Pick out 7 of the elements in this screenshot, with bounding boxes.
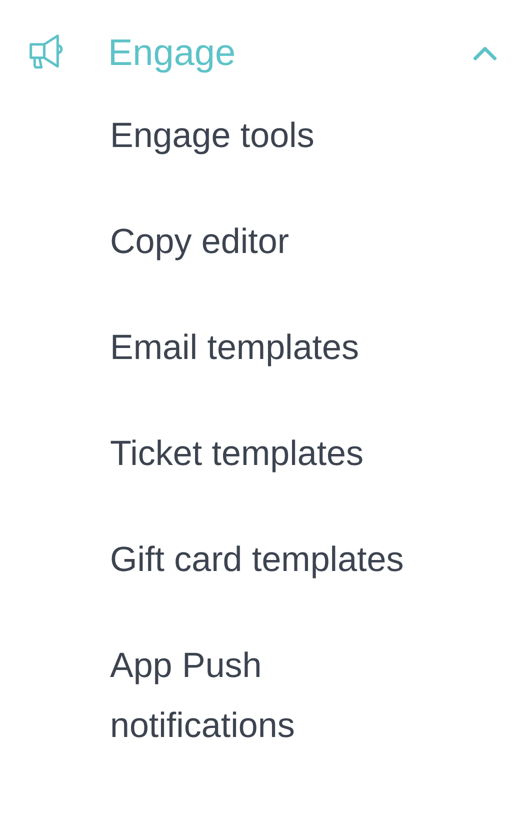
nav-item[interactable]: Ticket templates [110, 424, 450, 484]
nav-item[interactable]: App Push notifications [110, 636, 450, 756]
nav-item[interactable]: Email templates [110, 318, 450, 378]
nav-item[interactable]: Gift card templates [110, 530, 450, 590]
nav-item[interactable]: Copy editor [110, 212, 450, 272]
nav-item[interactable]: Engage tools [110, 106, 450, 166]
chevron-icon [472, 45, 498, 61]
